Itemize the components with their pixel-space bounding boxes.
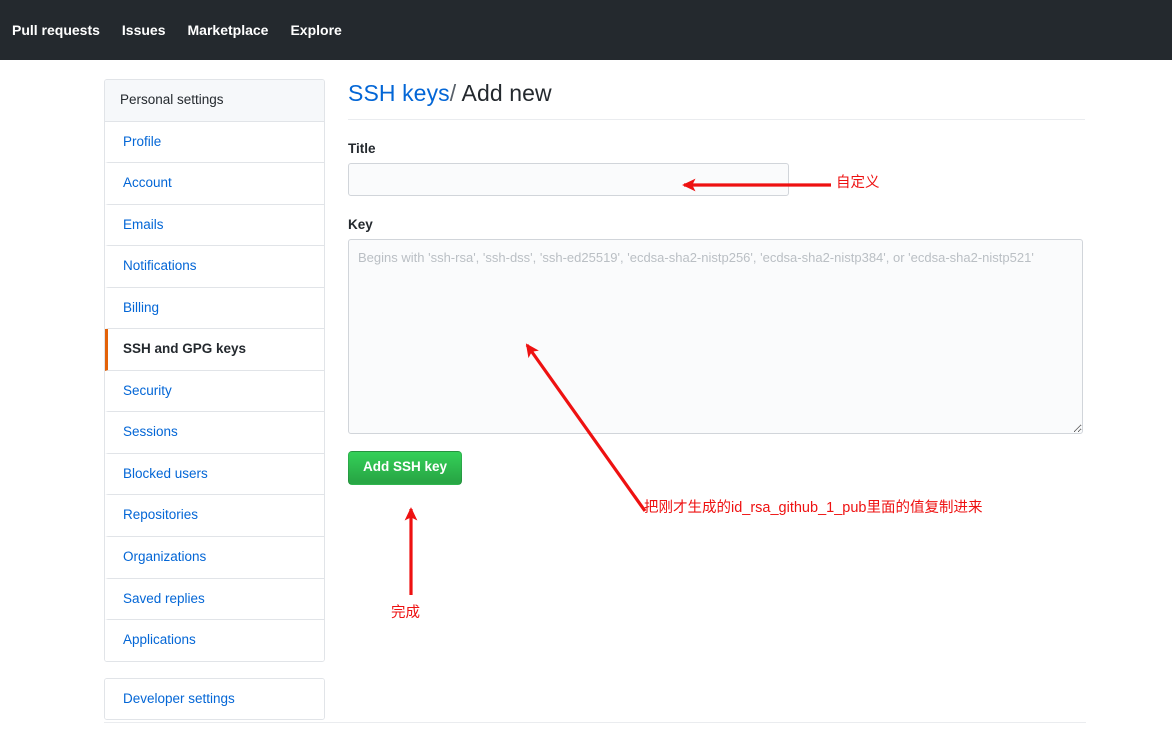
ssh-keys-breadcrumb-link[interactable]: SSH keys [348,80,450,106]
personal-settings-menu: Personal settings Profile Account Emails… [104,79,325,662]
title-input[interactable] [348,162,789,196]
sidebar-item-saved-replies[interactable]: Saved replies [105,578,324,621]
top-navigation-bar: Pull requests Issues Marketplace Explore [0,0,1172,60]
nav-link-marketplace[interactable]: Marketplace [188,23,269,37]
nav-link-explore[interactable]: Explore [290,23,341,37]
sidebar-item-billing[interactable]: Billing [105,287,324,330]
nav-link-issues[interactable]: Issues [122,23,166,37]
sidebar-item-security[interactable]: Security [105,370,324,413]
add-ssh-key-button[interactable]: Add SSH key [348,450,463,485]
sidebar-item-ssh-and-gpg-keys[interactable]: SSH and GPG keys [105,329,324,371]
sidebar-item-organizations[interactable]: Organizations [105,537,324,579]
breadcrumb-separator: / [449,80,457,106]
page-title-current: Add new [461,80,552,106]
sidebar-item-developer-settings[interactable]: Developer settings [105,678,324,720]
key-textarea[interactable] [348,238,1083,434]
main-content: SSH keys/ Add new Title Key Add SSH key [348,79,1085,485]
developer-settings-menu: Developer settings [104,677,325,721]
sidebar-item-applications[interactable]: Applications [105,620,324,661]
page-title: SSH keys/ Add new [348,79,1085,120]
nav-link-pull-requests[interactable]: Pull requests [12,23,100,37]
footer-divider [104,722,1086,723]
sidebar-header: Personal settings [105,80,324,122]
sidebar-item-repositories[interactable]: Repositories [105,495,324,538]
settings-sidebar: Personal settings Profile Account Emails… [104,79,325,721]
sidebar-item-sessions[interactable]: Sessions [105,412,324,454]
sidebar-item-account[interactable]: Account [105,163,324,205]
title-field-label: Title [348,140,376,156]
settings-page: Personal settings Profile Account Emails… [0,60,1172,752]
sidebar-item-emails[interactable]: Emails [105,204,324,247]
key-field-label: Key [348,216,373,232]
sidebar-item-profile[interactable]: Profile [105,121,324,164]
sidebar-item-notifications[interactable]: Notifications [105,246,324,288]
sidebar-item-blocked-users[interactable]: Blocked users [105,453,324,496]
